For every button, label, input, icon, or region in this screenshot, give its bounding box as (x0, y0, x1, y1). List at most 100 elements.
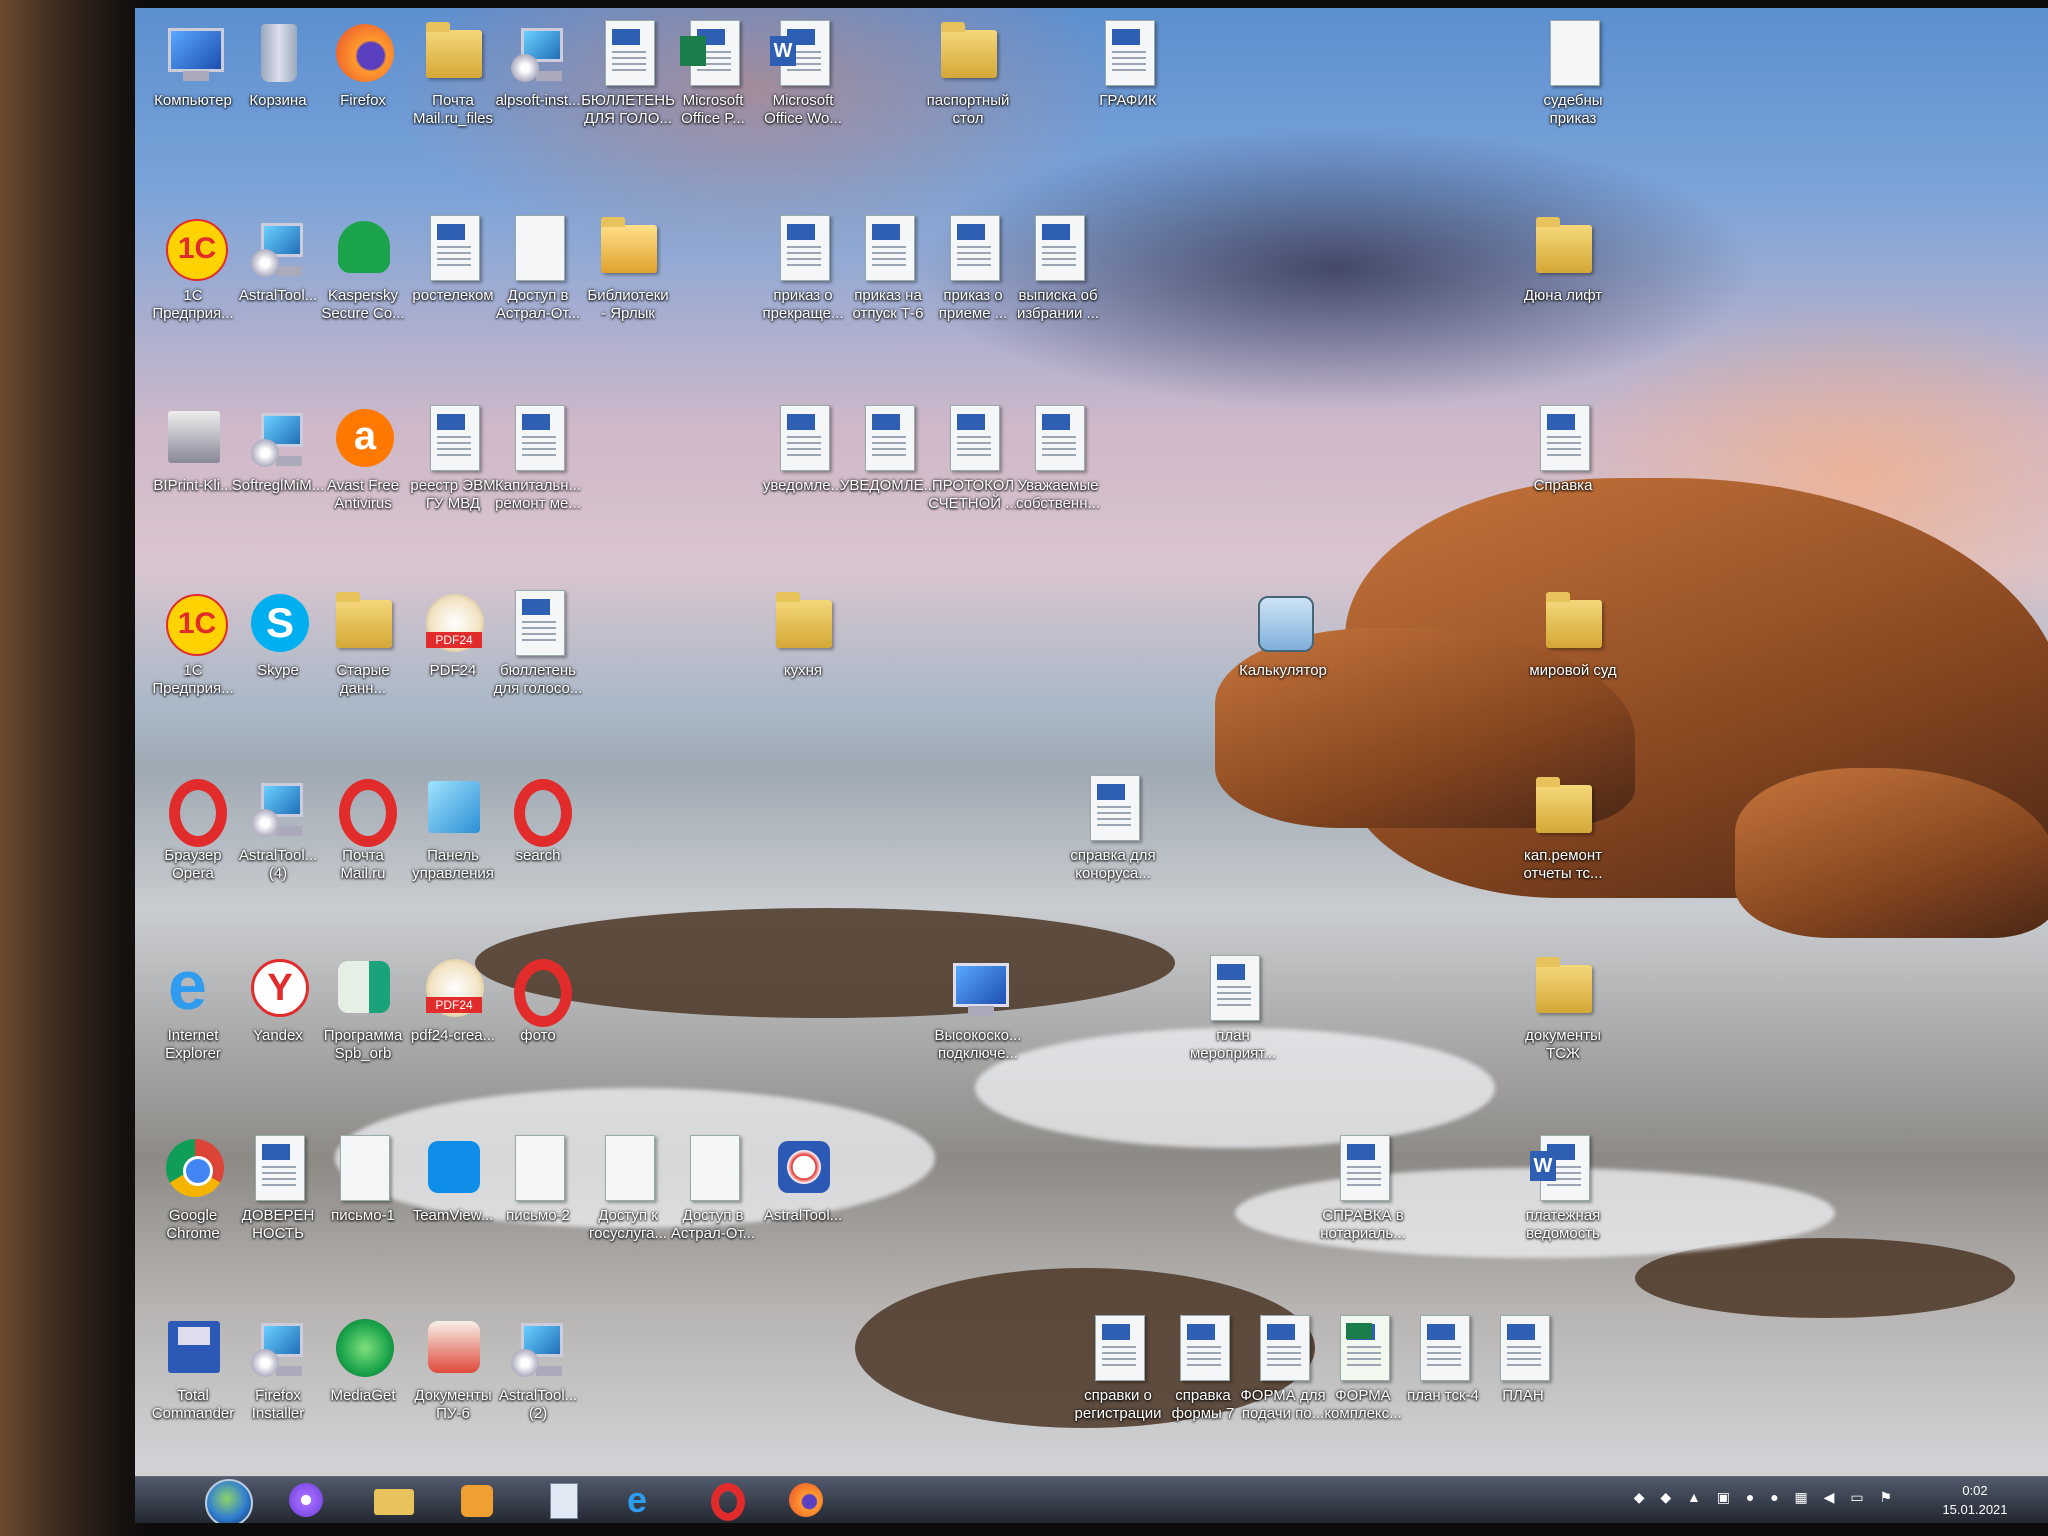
folder-icon (1528, 773, 1598, 843)
desktop-icon[interactable]: выписка об избрании ... (1002, 213, 1114, 323)
desktop-icon-label: Microsoft Office Wo... (764, 92, 842, 127)
word-doc-icon-part (950, 405, 1000, 471)
pdf24-icon-part: PDF24 (426, 632, 482, 648)
app-icon (328, 953, 398, 1023)
word-doc-icon-part (1090, 775, 1140, 841)
blank-doc-icon (328, 1133, 398, 1203)
desktop-icon[interactable]: AstralTool... (747, 1133, 859, 1225)
opera-icon-part (514, 779, 572, 847)
opera-icon-part (169, 779, 227, 847)
desktop-icon[interactable]: кап.ремонт отчеты тс... (1507, 773, 1619, 883)
desktop-icon-label: выписка об избрании ... (1016, 287, 1100, 322)
recycle-bin-icon (243, 18, 313, 88)
yandex-icon-part: Y (267, 967, 293, 1009)
avast-icon-part: a (336, 409, 394, 467)
word-doc-icon-part (950, 215, 1000, 281)
desktop-icon[interactable]: Дюна лифт (1507, 213, 1619, 305)
desktop-icon[interactable]: Справка (1507, 403, 1619, 495)
astral-icon-part (778, 1141, 830, 1193)
calculator-icon-part (1258, 596, 1314, 652)
installer-icon-part (251, 439, 279, 467)
document-icon (593, 1133, 663, 1203)
desktop-icon[interactable]: план мероприят... (1177, 953, 1289, 1063)
desktop-icon-label: СПРАВКА в нотариаль... (1320, 1207, 1406, 1242)
desktop-icon[interactable]: Уважаемые собственн... (1002, 403, 1114, 513)
desktop-icon[interactable]: AstralTool... (2) (482, 1313, 594, 1423)
opera-icon-part (514, 959, 572, 1027)
desktop-icon-label: AstralTool... (763, 1207, 843, 1224)
desktop-icon[interactable]: СПРАВКА в нотариаль... (1307, 1133, 1419, 1243)
firefox-icon (328, 18, 398, 88)
desktop-icon[interactable]: бюллетень для голосо... (482, 588, 594, 698)
folder-icon-part (1536, 217, 1592, 273)
word-doc-icon-part (1095, 1315, 1145, 1381)
folder-icon-part (1536, 777, 1592, 833)
word-icon: W (768, 18, 838, 88)
blank-doc-icon-part (515, 1135, 565, 1201)
opera-icon[interactable] (705, 1481, 749, 1521)
system-tray[interactable]: ◆ ◆ ▲ ▣ ● ● ▦ ◀ ▭ ⚑ (1634, 1489, 1898, 1511)
notepad-icon[interactable] (540, 1481, 584, 1519)
desktop-icon[interactable]: ГРАФИК (1072, 18, 1184, 110)
desktop-icon[interactable]: Высокоско... подключе... (922, 953, 1034, 1063)
desktop-icon[interactable]: search (482, 773, 594, 865)
ie-icon[interactable]: e (625, 1481, 669, 1519)
folder-icon-part (776, 592, 832, 648)
word-doc-icon (1328, 1133, 1398, 1203)
word-doc-icon (1023, 213, 1093, 283)
desktop-icon-label: ГРАФИК (1099, 92, 1157, 109)
libraries-icon (593, 213, 663, 283)
word-doc-icon-part (430, 405, 480, 471)
desktop-icon[interactable]: Wплатежная ведомость (1507, 1133, 1619, 1243)
word-doc-icon (938, 403, 1008, 473)
desktop-icon[interactable]: мировой суд (1517, 588, 1629, 680)
desktop-icon-label: кухня (783, 662, 823, 679)
avast-icon-part: a (353, 414, 377, 458)
desktop-icon-label: Дюна лифт (1523, 287, 1603, 304)
alice-icon[interactable] (285, 1481, 329, 1519)
desktop-icon-label: ПЛАН (1502, 1387, 1544, 1404)
desktop-icon[interactable]: W Microsoft Office Wo... (747, 18, 859, 128)
system-clock[interactable]: 0:02 15.01.2021 (1920, 1481, 2030, 1519)
desktop-icon[interactable]: судебны приказ (1517, 18, 1629, 128)
blank-doc-icon (503, 1133, 573, 1203)
folder-icon-part (1546, 592, 1602, 648)
desktop-icon[interactable]: документы ТСЖ (1507, 953, 1619, 1063)
media-player-icon[interactable] (455, 1481, 499, 1519)
desktop-icon[interactable]: ПЛАН (1467, 1313, 1579, 1405)
mediaget-icon-part (336, 1319, 394, 1377)
word-doc-icon (1093, 18, 1163, 88)
word-doc-icon (768, 213, 838, 283)
pdf24-icon: PDF24 (418, 953, 488, 1023)
word-doc-icon-part (780, 405, 830, 471)
installer-icon-part (251, 1349, 279, 1377)
word-icon: W (1528, 1133, 1598, 1203)
document-icon-part (1550, 20, 1600, 86)
word-doc-icon-part (1420, 1315, 1470, 1381)
installer-icon (243, 403, 313, 473)
desktop-icon[interactable]: Библиотеки - Ярлык (572, 213, 684, 323)
word-doc-icon-part (1105, 20, 1155, 86)
desktop-icon[interactable]: Капитальн... ремонт ме... (482, 403, 594, 513)
word-doc-icon-part (1260, 1315, 1310, 1381)
word-doc-icon (418, 403, 488, 473)
firefox-icon[interactable] (785, 1481, 829, 1519)
folder-icon (1528, 953, 1598, 1023)
clock-time: 0:02 (1962, 1483, 1988, 1498)
desktop-icon[interactable]: паспортный стол (912, 18, 1024, 128)
desktop-icon-label: мировой суд (1529, 662, 1617, 679)
avast-icon: a (328, 403, 398, 473)
desktop-icon[interactable]: кухня (747, 588, 859, 680)
network-icon-part (953, 963, 1009, 1016)
installer-icon (243, 213, 313, 283)
explorer-icon[interactable] (370, 1481, 414, 1519)
floppy-icon (158, 1313, 228, 1383)
document-icon (1538, 18, 1608, 88)
desktop-icon[interactable]: справка для коноруса... (1057, 773, 1169, 883)
desktop-icon[interactable]: фото (482, 953, 594, 1045)
document-icon (678, 1133, 748, 1203)
windows-start-icon[interactable] (205, 1479, 253, 1523)
desktop-icon[interactable]: Калькулятор (1227, 588, 1339, 680)
word-doc-icon (593, 18, 663, 88)
desktop-icon-label: Уважаемые собственн... (1015, 477, 1101, 512)
